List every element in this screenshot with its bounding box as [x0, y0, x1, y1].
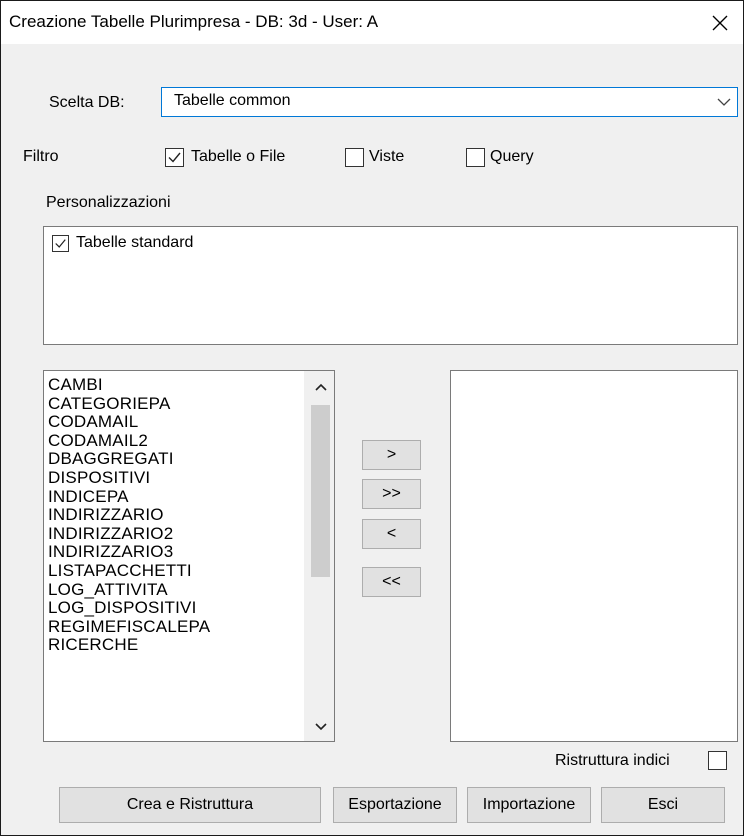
list-item[interactable]: LISTAPACCHETTI: [48, 561, 303, 581]
source-tables-items: CAMBI CATEGORIEPA CODAMAIL CODAMAIL2 DBA…: [48, 376, 303, 740]
title-bar[interactable]: Creazione Tabelle Plurimpresa - DB: 3d -…: [1, 1, 743, 44]
chevron-up-icon: [314, 383, 327, 391]
chevron-down-icon: [314, 723, 327, 731]
import-button[interactable]: Importazione: [467, 787, 591, 823]
list-item[interactable]: CODAMAIL2: [48, 431, 303, 451]
list-item[interactable]: INDIRIZZARIO: [48, 506, 303, 525]
scroll-thumb[interactable]: [311, 405, 330, 577]
target-tables-list[interactable]: [450, 370, 738, 742]
create-restructure-button[interactable]: Crea e Ristruttura: [59, 787, 321, 823]
list-item[interactable]: REGIMEFISCALEPA: [48, 617, 303, 637]
personalization-checkbox[interactable]: [52, 235, 69, 252]
db-label: Scelta DB:: [49, 94, 125, 111]
source-tables-list[interactable]: CAMBI CATEGORIEPA CODAMAIL CODAMAIL2 DBA…: [43, 370, 335, 742]
personalizations-label: Personalizzazioni: [46, 194, 171, 211]
dialog-window: Creazione Tabelle Plurimpresa - DB: 3d -…: [0, 0, 744, 836]
add-button[interactable]: >: [362, 440, 421, 470]
list-item[interactable]: INDICEPA: [48, 487, 303, 507]
close-button[interactable]: [697, 1, 743, 44]
list-item[interactable]: CATEGORIEPA: [48, 394, 303, 414]
scroll-up-button[interactable]: [311, 379, 330, 395]
personalizations-list[interactable]: Tabelle standard: [43, 226, 738, 345]
list-item[interactable]: INDIRIZZARIO2: [48, 524, 303, 544]
list-item[interactable]: DISPOSITIVI: [48, 468, 303, 488]
checkmark-icon: [168, 152, 181, 163]
db-select[interactable]: Tabelle common: [161, 87, 738, 117]
rebuild-indexes-label[interactable]: Ristruttura indici: [555, 752, 670, 770]
scroll-down-button[interactable]: [311, 719, 330, 735]
rebuild-indexes-checkbox[interactable]: [708, 751, 727, 770]
vertical-scrollbar[interactable]: [304, 371, 334, 741]
list-item[interactable]: RICERCHE: [48, 636, 303, 655]
remove-button[interactable]: <: [362, 519, 421, 549]
window-title: Creazione Tabelle Plurimpresa - DB: 3d -…: [9, 12, 379, 31]
list-item[interactable]: DBAGGREGATI: [48, 450, 303, 469]
export-button[interactable]: Esportazione: [333, 787, 457, 823]
filter-query-checkbox[interactable]: [466, 148, 485, 167]
filter-query-label[interactable]: Query: [490, 148, 534, 166]
list-item[interactable]: CODAMAIL: [48, 413, 303, 432]
list-item[interactable]: INDIRIZZARIO3: [48, 543, 303, 562]
personalization-label: Tabelle standard: [76, 234, 194, 251]
close-icon: [712, 15, 728, 30]
chevron-down-icon: [717, 98, 731, 106]
filter-tables-label[interactable]: Tabelle o File: [191, 148, 285, 166]
filter-views-checkbox[interactable]: [345, 148, 364, 167]
exit-button[interactable]: Esci: [601, 787, 725, 823]
db-selected-value: Tabelle common: [174, 92, 291, 109]
filter-tables-checkbox[interactable]: [165, 148, 184, 167]
list-item[interactable]: LOG_DISPOSITIVI: [48, 599, 303, 618]
filter-label: Filtro: [23, 148, 59, 165]
add-all-button[interactable]: >>: [362, 479, 421, 509]
filter-views-label[interactable]: Viste: [369, 148, 404, 166]
list-item[interactable]: LOG_ATTIVITA: [48, 580, 303, 600]
list-item[interactable]: CAMBI: [48, 376, 303, 395]
checkmark-icon: [55, 239, 66, 248]
remove-all-button[interactable]: <<: [362, 567, 421, 597]
